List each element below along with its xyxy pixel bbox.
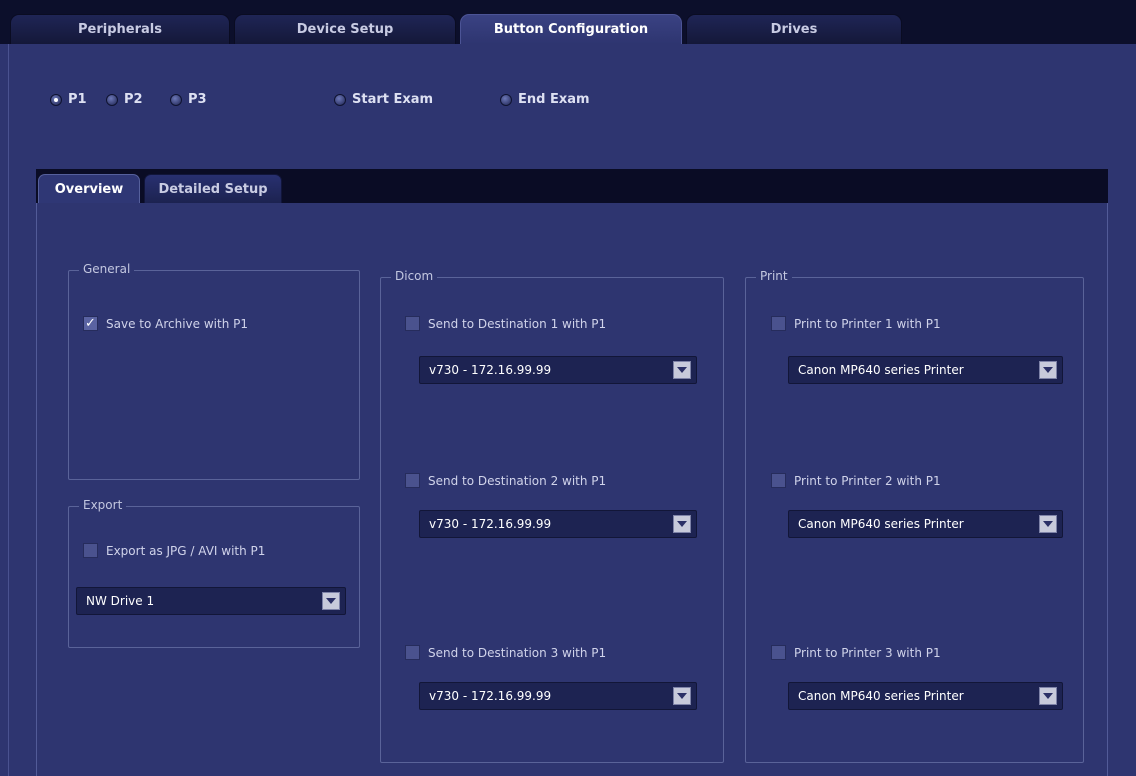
chevron-down-icon[interactable] [673,515,691,533]
radio-unselected-icon [106,93,118,106]
printer-1-dropdown[interactable]: Canon MP640 series Printer [788,356,1063,384]
save-archive-checkbox[interactable]: ✓ Save to Archive with P1 [83,316,248,331]
chevron-down-icon[interactable] [673,687,691,705]
checkbox-icon [83,543,98,558]
send-destination-2-checkbox[interactable]: Send to Destination 2 with P1 [405,473,606,488]
tab-device-setup[interactable]: Device Setup [234,14,456,44]
checkbox-icon [771,645,786,660]
printer-2-value: Canon MP640 series Printer [798,517,964,531]
radio-unselected-icon [334,93,346,106]
export-drive-value: NW Drive 1 [86,594,155,608]
check-icon: ✓ [83,316,98,331]
checkbox-icon [771,316,786,331]
export-drive-dropdown[interactable]: NW Drive 1 [76,587,346,615]
print-printer-1-checkbox[interactable]: Print to Printer 1 with P1 [771,316,941,331]
checkbox-icon [771,473,786,488]
radio-unselected-icon [170,93,182,106]
send-destination-2-label: Send to Destination 2 with P1 [428,473,607,488]
export-jpg-checkbox[interactable]: Export as JPG / AVI with P1 [83,543,265,558]
print-printer-3-checkbox[interactable]: Print to Printer 3 with P1 [771,645,941,660]
checkbox-icon [405,316,420,331]
chevron-down-icon[interactable] [322,592,340,610]
radio-p3[interactable]: P3 [170,92,207,107]
tab-detailed-setup[interactable]: Detailed Setup [144,174,282,204]
send-destination-3-label: Send to Destination 3 with P1 [428,645,607,660]
general-group: General [68,262,360,480]
checkbox-icon [405,645,420,660]
printer-2-dropdown[interactable]: Canon MP640 series Printer [788,510,1063,538]
radio-p2-label: P2 [124,92,143,107]
destination-3-dropdown[interactable]: v730 - 172.16.99.99 [419,682,697,710]
print-printer-3-label: Print to Printer 3 with P1 [794,645,941,660]
destination-2-value: v730 - 172.16.99.99 [429,517,552,531]
export-title: Export [79,498,127,512]
chevron-down-icon[interactable] [1039,361,1057,379]
destination-1-value: v730 - 172.16.99.99 [429,363,552,377]
export-jpg-label: Export as JPG / AVI with P1 [106,543,266,558]
chevron-down-icon[interactable] [1039,515,1057,533]
checkbox-icon [405,473,420,488]
print-printer-1-label: Print to Printer 1 with P1 [794,316,941,331]
printer-3-dropdown[interactable]: Canon MP640 series Printer [788,682,1063,710]
radio-end-exam[interactable]: End Exam [500,92,590,107]
radio-p3-label: P3 [188,92,207,107]
radio-end-exam-label: End Exam [518,92,590,107]
send-destination-1-label: Send to Destination 1 with P1 [428,316,607,331]
tab-peripherals[interactable]: Peripherals [10,14,230,44]
tab-overview[interactable]: Overview [38,174,140,204]
print-printer-2-label: Print to Printer 2 with P1 [794,473,941,488]
general-title: General [79,262,135,276]
send-destination-1-checkbox[interactable]: Send to Destination 1 with P1 [405,316,606,331]
printer-3-value: Canon MP640 series Printer [798,689,964,703]
radio-p1[interactable]: P1 [50,92,87,107]
print-title: Print [756,269,792,283]
radio-start-exam-label: Start Exam [352,92,434,107]
radio-p2[interactable]: P2 [106,92,143,107]
chevron-down-icon[interactable] [673,361,691,379]
export-group: Export [68,498,360,648]
radio-start-exam[interactable]: Start Exam [334,92,433,107]
save-archive-label: Save to Archive with P1 [106,316,248,331]
radio-selected-icon [50,93,62,106]
tab-button-configuration[interactable]: Button Configuration [460,14,682,44]
destination-2-dropdown[interactable]: v730 - 172.16.99.99 [419,510,697,538]
printer-1-value: Canon MP640 series Printer [798,363,964,377]
destination-1-dropdown[interactable]: v730 - 172.16.99.99 [419,356,697,384]
chevron-down-icon[interactable] [1039,687,1057,705]
dicom-title: Dicom [391,269,438,283]
radio-unselected-icon [500,93,512,106]
destination-3-value: v730 - 172.16.99.99 [429,689,552,703]
send-destination-3-checkbox[interactable]: Send to Destination 3 with P1 [405,645,606,660]
print-printer-2-checkbox[interactable]: Print to Printer 2 with P1 [771,473,941,488]
radio-p1-label: P1 [68,92,87,107]
tab-drives[interactable]: Drives [686,14,902,44]
